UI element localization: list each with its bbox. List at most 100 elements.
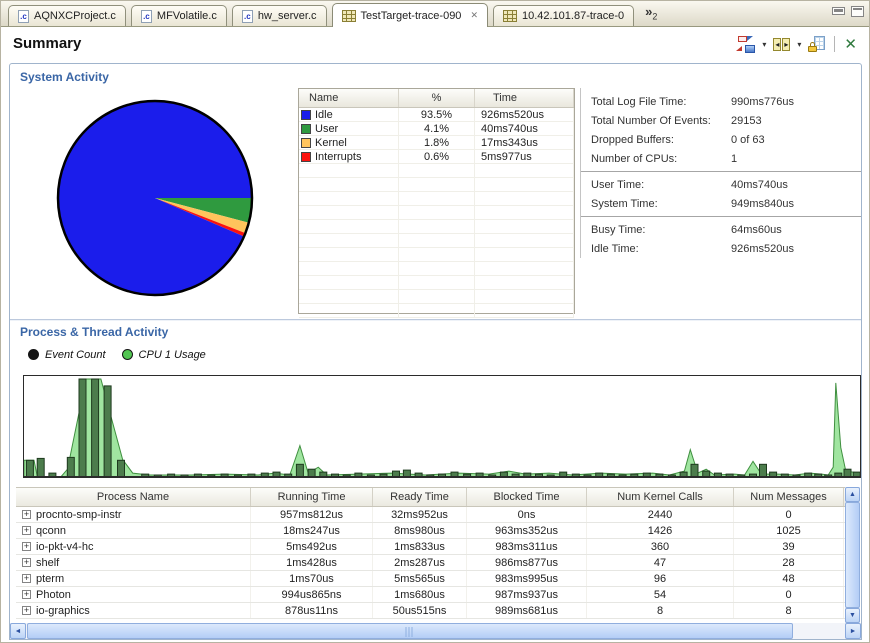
color-chip: [301, 109, 311, 120]
expand-plus-icon[interactable]: +: [22, 510, 31, 519]
expand-plus-icon[interactable]: +: [22, 574, 31, 583]
process-row-io-pkt-v4-hc[interactable]: + io-pkt-v4-hc 5ms492us 1ms833us 983ms311us 3…: [16, 539, 845, 555]
process-name: qconn: [36, 524, 66, 537]
process-column-header[interactable]: Num Kernel Calls: [587, 488, 734, 506]
expand-plus-icon[interactable]: +: [22, 558, 31, 567]
scroll-up-icon[interactable]: ▲: [845, 487, 860, 502]
c-file-icon: .c: [140, 9, 152, 23]
process-column-header[interactable]: Running Time: [251, 488, 373, 506]
process-name: Photon: [36, 588, 71, 601]
event-count-bar: [66, 456, 75, 478]
event-count-bar: [36, 457, 45, 478]
editor-tab-MFVolatile.c[interactable]: .c MFVolatile.c: [130, 5, 227, 26]
stat-row: User Time: 40ms740us: [581, 175, 861, 194]
process-cell: 8: [587, 603, 734, 618]
usage-row-Interrupts[interactable]: Interrupts 0.6% 5ms977us: [299, 150, 574, 164]
minimize-view-icon[interactable]: [832, 7, 845, 15]
usage-column-header[interactable]: Name: [299, 89, 399, 107]
usage-column-header[interactable]: Time: [475, 89, 574, 107]
legend-dot-icon: [121, 349, 133, 360]
process-row-procnto-smp-instr[interactable]: + procnto-smp-instr 957ms812us 32ms952us 0ns…: [16, 507, 845, 523]
stat-row: Dropped Buffers: 0 of 63: [581, 130, 861, 149]
scroll-left-icon[interactable]: ◄: [10, 623, 26, 639]
editor-tab-hw_server.c[interactable]: .c hw_server.c: [231, 5, 327, 26]
vertical-scroll-thumb[interactable]: [845, 502, 860, 608]
summary-statistics: Total Log File Time: 990ms776us Total Numb…: [580, 88, 861, 258]
event-count-bar: [843, 468, 852, 478]
editor-tab-10.42.101.87-trace-0[interactable]: 10.42.101.87-trace-0: [492, 5, 635, 26]
editor-tab-TestTarget-trace-090[interactable]: TestTarget-trace-090 ✕: [331, 3, 488, 27]
tab-overflow-chevron[interactable]: »2: [645, 5, 657, 22]
legend-item: Event Count: [28, 349, 106, 361]
stat-label: Total Log File Time:: [591, 95, 687, 108]
switch-pane-icon[interactable]: [736, 35, 756, 53]
horizontal-scroll-thumb[interactable]: [27, 623, 793, 639]
stat-label: Dropped Buffers:: [591, 133, 674, 146]
process-row-io-graphics[interactable]: + io-graphics 878us11ns 50us515ns 989ms681us…: [16, 603, 845, 619]
page-title: Summary: [13, 35, 82, 52]
usage-row-Kernel[interactable]: Kernel 1.8% 17ms343us: [299, 136, 574, 150]
process-row-pterm[interactable]: + pterm 1ms70us 5ms565us 983ms995us 96 48: [16, 571, 845, 587]
usage-row-User[interactable]: User 4.1% 40ms740us: [299, 122, 574, 136]
event-nav-left-glyph: ◂: [773, 37, 782, 51]
event-navigation-icon[interactable]: ◂ ▸: [773, 37, 791, 51]
usage-column-header[interactable]: %: [399, 89, 475, 107]
process-cell: 8ms980us: [373, 523, 467, 538]
stat-row: Total Log File Time: 990ms776us: [581, 92, 861, 111]
process-row-Photon[interactable]: + Photon 994us865ns 1ms680us 987ms937us 54 0: [16, 587, 845, 603]
event-count-bar: [295, 463, 304, 478]
scroll-right-icon[interactable]: ►: [845, 623, 861, 639]
expand-plus-icon[interactable]: +: [22, 590, 31, 599]
process-table-horizontal-scrollbar[interactable]: ◄ ►: [10, 623, 861, 639]
stat-row: Busy Time: 64ms60us: [581, 220, 861, 239]
expand-plus-icon[interactable]: +: [22, 606, 31, 615]
process-cell: 1ms70us: [251, 571, 373, 586]
usage-empty-row: [299, 290, 574, 304]
process-row-shelf[interactable]: + shelf 1ms428us 2ms287us 986ms877us 47 28: [16, 555, 845, 571]
usage-percent: 4.1%: [399, 122, 475, 135]
stats-separator: [581, 216, 861, 217]
process-cell: 32ms952us: [373, 507, 467, 522]
process-table-vertical-scrollbar[interactable]: ▲ ▼: [845, 487, 860, 623]
lock-columns-icon[interactable]: [808, 36, 826, 52]
stat-value: 29153: [731, 114, 762, 127]
view-window-buttons: [832, 6, 864, 17]
process-cell: 2440: [587, 507, 734, 522]
legend-dot-icon: [28, 349, 39, 360]
editor-tab-AQNXCProject.c[interactable]: .c AQNXCProject.c: [8, 5, 126, 26]
summary-toolbar: ▾ ◂ ▸ ▾ ✕: [736, 34, 857, 54]
process-column-header[interactable]: Num Messages: [734, 488, 844, 506]
activity-timeline-svg: [23, 378, 861, 478]
close-view-icon[interactable]: ✕: [844, 37, 857, 52]
stat-value: 990ms776us: [731, 95, 794, 108]
process-cell: 48: [734, 571, 844, 586]
system-activity-pie-chart: [56, 99, 254, 297]
scroll-down-icon[interactable]: ▼: [845, 608, 860, 623]
event-count-bar: [91, 378, 100, 478]
process-cell: 54: [587, 587, 734, 602]
process-column-header[interactable]: Ready Time: [373, 488, 467, 506]
activity-timeline-chart: [23, 375, 861, 478]
stat-label: Idle Time:: [591, 242, 639, 255]
event-nav-right-glyph: ▸: [782, 37, 791, 51]
stat-label: Total Number Of Events:: [591, 114, 711, 127]
maximize-view-icon[interactable]: [851, 6, 864, 17]
process-row-qconn[interactable]: + qconn 18ms247us 8ms980us 963ms352us 1426 102…: [16, 523, 845, 539]
process-column-header[interactable]: Process Name: [16, 488, 251, 506]
usage-row-Idle[interactable]: Idle 93.5% 926ms520us: [299, 108, 574, 122]
event-navigation-dropdown-icon[interactable]: ▾: [797, 40, 801, 49]
expand-plus-icon[interactable]: +: [22, 526, 31, 535]
process-cell: 963ms352us: [467, 523, 587, 538]
process-thread-activity-heading: Process & Thread Activity: [20, 325, 169, 339]
process-cell: 39: [734, 539, 844, 554]
summary-panel: System Activity Name% Time Idle 93.5% 926ms…: [9, 63, 862, 640]
usage-empty-row: [299, 248, 574, 262]
expand-plus-icon[interactable]: +: [22, 542, 31, 551]
switch-pane-dropdown-icon[interactable]: ▾: [762, 40, 766, 49]
legend-label: CPU 1 Usage: [138, 348, 206, 361]
process-column-header[interactable]: Blocked Time: [467, 488, 587, 506]
tab-list: .c AQNXCProject.c .c MFVolatile.c .c hw_serve…: [1, 1, 639, 27]
system-usage-table: Name% Time Idle 93.5% 926ms520us User 4.1% 40m…: [298, 88, 575, 318]
tab-close-icon[interactable]: ✕: [470, 10, 478, 21]
stat-value: 0 of 63: [731, 133, 765, 146]
